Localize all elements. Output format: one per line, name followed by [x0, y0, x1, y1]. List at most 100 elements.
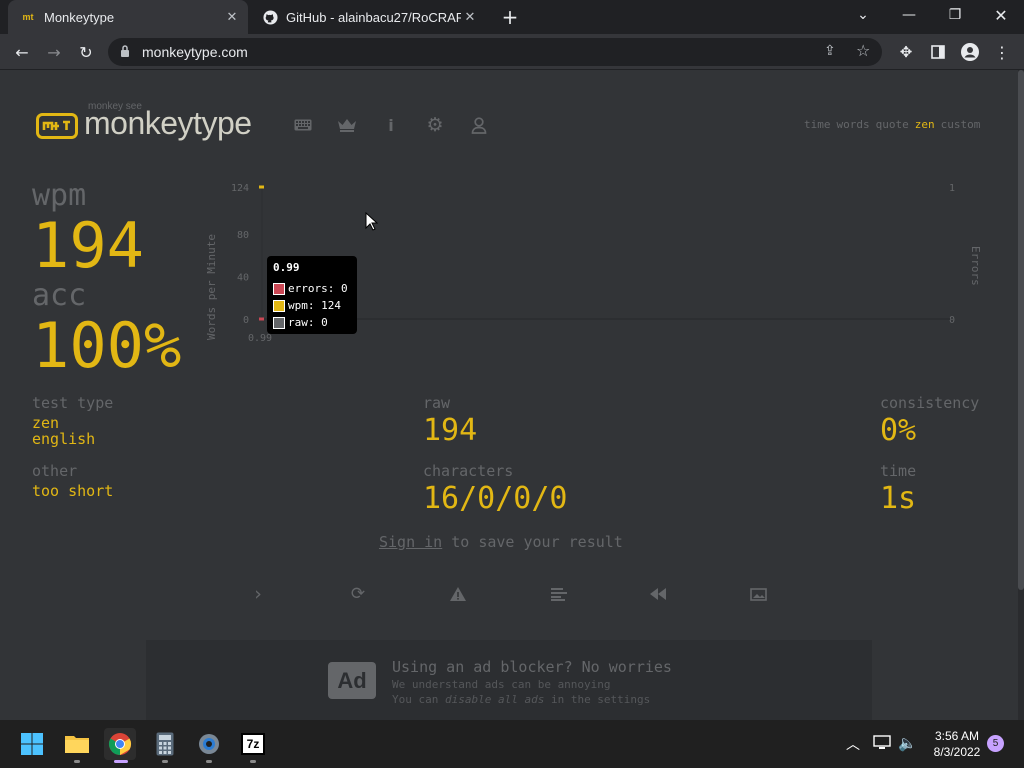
monkeytype-favicon: mt: [22, 12, 34, 22]
mode-custom[interactable]: custom: [941, 118, 981, 131]
keyboard-icon[interactable]: [293, 115, 313, 135]
chrome-icon[interactable]: [104, 728, 136, 760]
menu-icon[interactable]: ⋮: [988, 38, 1016, 66]
characters-value: 16/0/0/0: [423, 481, 568, 516]
chart-tooltip: 0.99 errors: 0 wpm: 124 raw: 0: [267, 256, 357, 334]
file-explorer-icon[interactable]: [61, 728, 93, 760]
tooltip-wpm-text: wpm: 124: [288, 299, 341, 312]
mode-zen[interactable]: zen: [915, 118, 935, 131]
running-indicator: [162, 760, 168, 763]
gear-icon[interactable]: ⚙: [425, 114, 445, 136]
sign-in-link[interactable]: Sign in: [379, 533, 442, 551]
running-indicator: [206, 760, 212, 763]
mode-selector: time words quote zen custom: [804, 118, 980, 131]
scrollbar-thumb[interactable]: [1018, 70, 1024, 590]
consistency-label: consistency: [880, 394, 980, 412]
info-icon[interactable]: i: [381, 115, 401, 135]
replay-icon[interactable]: [646, 583, 670, 605]
tooltip-row-wpm: wpm: 124: [273, 297, 351, 314]
ad-banner: Ad Using an ad blocker? No worries We un…: [146, 640, 872, 720]
network-icon[interactable]: [873, 735, 891, 755]
test-type-language: english: [32, 430, 96, 448]
consistency-value: 0%: [880, 413, 917, 448]
reload-icon[interactable]: ↻: [72, 38, 100, 66]
running-indicator: [74, 760, 80, 763]
crown-icon[interactable]: [337, 115, 357, 135]
ad-line1: We understand ads can be annoying: [392, 678, 611, 691]
tab-strip: mt Monkeytype ✕ GitHub - alainbacu27/RoC…: [0, 0, 1024, 34]
back-arrow-icon[interactable]: ←: [8, 38, 36, 66]
mode-quote[interactable]: quote: [876, 118, 909, 131]
wpm-point[interactable]: [259, 185, 264, 189]
errors-swatch: [273, 282, 285, 295]
minimize-button[interactable]: —: [886, 0, 932, 30]
raw-swatch: [273, 316, 285, 329]
close-window-button[interactable]: ✕: [978, 0, 1024, 30]
active-indicator: [114, 760, 128, 763]
settings-icon[interactable]: [193, 728, 225, 760]
report-warning-icon[interactable]: [446, 583, 470, 605]
restart-test-icon[interactable]: ⟳: [346, 583, 370, 605]
extensions-icon[interactable]: ✥: [892, 38, 920, 66]
clock-time: 3:56 AM: [934, 729, 980, 743]
y-tick-label: 80: [237, 230, 249, 241]
monkeytype-logo-icon: [36, 113, 78, 139]
clock-date: 8/3/2022: [933, 745, 981, 759]
monkeytype-page: monkey see monkeytype i ⚙ time words quo…: [0, 70, 1018, 720]
url-text: monkeytype.com: [142, 44, 248, 60]
acc-label: acc: [32, 278, 87, 313]
save-result-text: to save your result: [451, 533, 623, 551]
taskbar: 7z ︿ 🔈 3:56 AM 8/3/2022 5: [0, 720, 1024, 768]
7zip-icon[interactable]: 7z: [237, 728, 269, 760]
tab-search-icon[interactable]: ⌄: [840, 0, 886, 30]
calculator-icon[interactable]: [149, 728, 181, 760]
mode-time[interactable]: time: [804, 118, 831, 131]
browser-toolbar: ← → ↻ monkeytype.com ⇪ ☆ ✥ ⋮: [0, 34, 1024, 70]
acc-value: 100%: [32, 309, 182, 382]
forward-arrow-icon[interactable]: →: [40, 38, 68, 66]
screenshot-icon[interactable]: [746, 583, 770, 605]
x-tick-label: 0.99: [248, 333, 272, 344]
y2-axis-label: Errors: [969, 246, 982, 286]
mouse-cursor-icon: [365, 212, 378, 231]
y-axis-label: Words per Minute: [205, 234, 218, 340]
word-history-icon[interactable]: [547, 583, 571, 605]
test-type-label: test type: [32, 394, 114, 412]
bookmark-star-icon[interactable]: ☆: [856, 41, 870, 60]
side-panel-icon[interactable]: [924, 38, 952, 66]
tab-title: Monkeytype: [44, 9, 115, 25]
tooltip-raw-text: raw: 0: [288, 316, 328, 329]
tooltip-row-errors: errors: 0: [273, 280, 351, 297]
close-tab-icon[interactable]: ✕: [224, 9, 240, 25]
y2-tick-label: 0: [949, 315, 955, 326]
y-tick-label: 40: [237, 272, 249, 283]
next-test-icon[interactable]: ›: [246, 583, 270, 605]
tab-monkeytype[interactable]: mt Monkeytype ✕: [8, 0, 248, 34]
time-value: 1s: [880, 481, 917, 516]
address-bar[interactable]: monkeytype.com ⇪ ☆: [108, 38, 882, 66]
y-tick-label: 0: [243, 315, 249, 326]
clock[interactable]: 3:56 AM 8/3/2022: [930, 728, 984, 760]
ad-line2: You can disable all ads in the settings: [392, 693, 650, 706]
tab-github[interactable]: GitHub - alainbacu27/RoCRAFTER ✕: [250, 0, 486, 34]
tab-title: GitHub - alainbacu27/RoCRAFTER: [286, 9, 461, 25]
close-tab-icon[interactable]: ✕: [462, 9, 478, 25]
raw-value: 194: [423, 413, 478, 448]
mode-words[interactable]: words: [837, 118, 870, 131]
github-icon: [262, 9, 278, 25]
errors-point[interactable]: [259, 317, 264, 321]
restore-button[interactable]: ❐: [932, 0, 978, 30]
chevron-up-icon[interactable]: ︿: [846, 734, 860, 754]
share-icon[interactable]: ⇪: [824, 43, 836, 59]
profile-avatar-icon[interactable]: [956, 38, 984, 66]
running-indicator: [250, 760, 256, 763]
characters-label: characters: [423, 462, 514, 480]
notification-badge[interactable]: 5: [987, 735, 1004, 752]
volume-icon[interactable]: 🔈: [898, 734, 917, 752]
tooltip-title: 0.99: [273, 261, 300, 274]
windows-start-icon[interactable]: [16, 728, 48, 760]
user-icon[interactable]: [469, 115, 489, 135]
time-label: time: [880, 462, 917, 480]
y-tick-label: 124: [231, 183, 249, 194]
new-tab-button[interactable]: +: [496, 2, 524, 32]
